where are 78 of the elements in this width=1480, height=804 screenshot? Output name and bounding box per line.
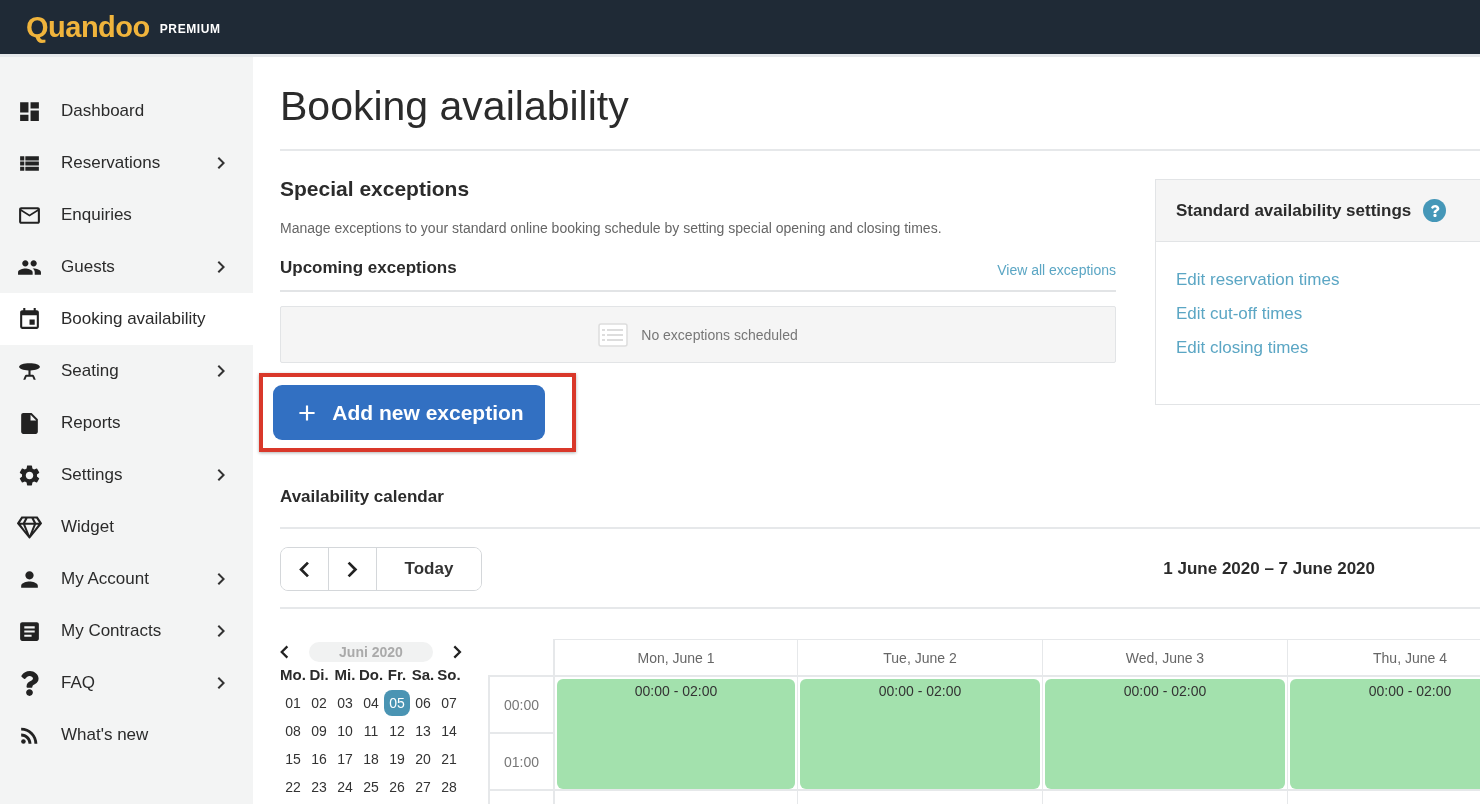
help-icon[interactable]	[1423, 199, 1447, 222]
empty-message: No exceptions scheduled	[641, 326, 798, 343]
calendar-day[interactable]: 11	[358, 718, 384, 744]
availability-slot[interactable]: 00:00 - 02:00	[1290, 679, 1480, 789]
weekday-label: Fr.	[386, 666, 408, 685]
sidebar-item[interactable]: My Contracts	[0, 605, 253, 657]
calendar-day[interactable]: 28	[436, 774, 462, 800]
sidebar-item[interactable]: Booking availability	[0, 293, 253, 345]
calendar-day[interactable]: 14	[436, 718, 462, 744]
chevron-left-icon	[299, 560, 310, 578]
calendar-day[interactable]: 21	[436, 746, 462, 772]
day-header: Mon, June 1	[553, 639, 798, 677]
gem-icon	[16, 514, 42, 540]
sidebar-item[interactable]: Settings	[0, 449, 253, 501]
calendar-day[interactable]: 03	[332, 690, 358, 716]
weekday-label: So.	[436, 666, 462, 685]
previous-month-button[interactable]	[280, 645, 289, 659]
calendar-day[interactable]: 16	[306, 746, 332, 772]
sidebar-item[interactable]: What's new	[0, 709, 253, 761]
day-header: Thu, June 4	[1288, 639, 1480, 677]
calendar-day[interactable]: 02	[306, 690, 332, 716]
add-exception-button[interactable]: Add new exception	[273, 385, 545, 440]
calendar-day[interactable]: 20	[410, 746, 436, 772]
logo[interactable]: Quandoo	[26, 10, 150, 44]
sidebar-item[interactable]: Reservations	[0, 137, 253, 189]
calendar-day[interactable]: 08	[280, 718, 306, 744]
chevron-left-icon	[280, 645, 289, 659]
list-icon	[598, 322, 629, 347]
calendar-day[interactable]: 19	[384, 746, 410, 772]
calendar-day[interactable]: 17	[332, 746, 358, 772]
weekday-label: Sa.	[410, 666, 436, 685]
calendar-day[interactable]: 24	[332, 774, 358, 800]
calendar-day[interactable]: 07	[436, 690, 462, 716]
day-header: Wed, June 3	[1043, 639, 1288, 677]
time-label: 00:00	[488, 677, 553, 734]
calendar-day[interactable]: 01	[280, 690, 306, 716]
section-title: Special exceptions	[280, 177, 471, 201]
calendar-day[interactable]: 15	[280, 746, 306, 772]
panel-title: Standard availability settings	[1176, 200, 1412, 221]
sidebar-item[interactable]: Dashboard	[0, 85, 253, 137]
time-label: 01:00	[488, 734, 553, 791]
sidebar-item[interactable]: FAQ	[0, 657, 253, 709]
section-description: Manage exceptions to your standard online booking schedule by setting special opening and closing times.	[280, 220, 943, 236]
sidebar-item[interactable]: Seating	[0, 345, 253, 397]
calendar-day[interactable]: 25	[358, 774, 384, 800]
section-title: Availability calendar	[280, 487, 1480, 529]
calendar-day[interactable]: 04	[358, 690, 384, 716]
chevron-right-icon	[347, 560, 358, 578]
weekday-label: Do.	[358, 666, 384, 685]
calendar-day[interactable]: 23	[306, 774, 332, 800]
availability-slot[interactable]: 00:00 - 02:00	[800, 679, 1040, 789]
page-title: Booking availability	[280, 57, 1480, 151]
calendar-day[interactable]: 12	[384, 718, 410, 744]
sidebar-item[interactable]: Guests	[0, 241, 253, 293]
chevron-right-icon	[453, 645, 462, 659]
sidebar-item[interactable]: Enquiries	[0, 189, 253, 241]
weekday-label: Di.	[308, 666, 330, 685]
day-header: Tue, June 2	[798, 639, 1043, 677]
sidebar-item[interactable]: My Account	[0, 553, 253, 605]
calendar-day[interactable]: 06	[410, 690, 436, 716]
availability-slot[interactable]: 00:00 - 02:00	[557, 679, 795, 789]
previous-button[interactable]	[281, 548, 329, 590]
availability-slot[interactable]: 00:00 - 02:00	[1045, 679, 1285, 789]
calendar-day[interactable]: 13	[410, 718, 436, 744]
weekday-label: Mo.	[280, 666, 306, 685]
subsection-title: Upcoming exceptions	[280, 258, 457, 278]
date-range: 1 June 2020 – 7 June 2020	[1163, 559, 1375, 579]
calendar-day[interactable]: 09	[306, 718, 332, 744]
calendar-day[interactable]: 10	[332, 718, 358, 744]
premium-label: PREMIUM	[159, 22, 221, 36]
calendar-day[interactable]: 18	[358, 746, 384, 772]
calendar-day[interactable]: 27	[410, 774, 436, 800]
weekday-label: Mi.	[333, 666, 357, 685]
next-month-button[interactable]	[453, 645, 462, 659]
calendar-day[interactable]: 22	[280, 774, 306, 800]
sidebar-item[interactable]: Reports	[0, 397, 253, 449]
calendar-day[interactable]: 26	[384, 774, 410, 800]
sidebar-item[interactable]: Widget	[0, 501, 253, 553]
